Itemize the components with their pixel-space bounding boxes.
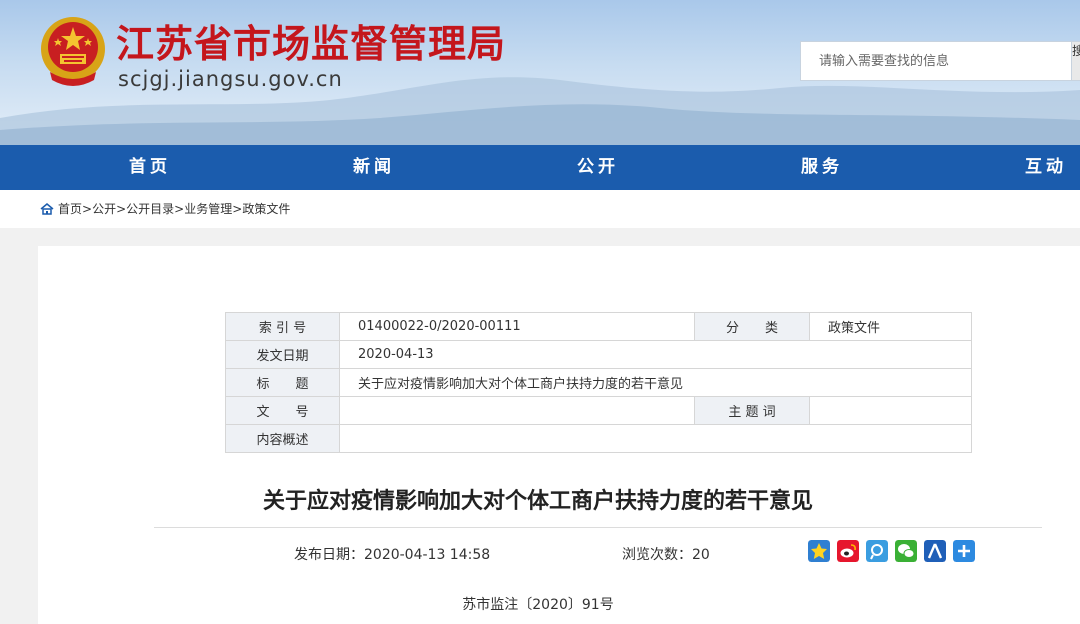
divider [154, 527, 1042, 528]
docnum-value [339, 396, 695, 425]
search-box: 搜 [800, 41, 1080, 81]
views-value: 20 [692, 547, 710, 563]
nav-item-service[interactable]: 服务 [801, 145, 843, 190]
title-label: 标 题 [225, 368, 340, 397]
search-input[interactable] [801, 42, 1071, 80]
date-label: 发文日期 [225, 340, 340, 369]
site-header: 江苏省市场监督管理局 scjgj.jiangsu.gov.cn 搜 [0, 0, 1080, 145]
article-title: 关于应对疫情影响加大对个体工商户扶持力度的若干意见 [262, 489, 813, 514]
article-panel: 索 引 号 01400022-0/2020-00111 分 类 政策文件 发文日… [38, 246, 1080, 624]
qzone-icon[interactable] [808, 540, 830, 562]
category-label: 分 类 [694, 312, 810, 341]
nav-item-interact[interactable]: 互动 [1025, 145, 1067, 190]
main-nav: 首页 新闻 公开 服务 互动 [0, 145, 1080, 190]
table-row: 发文日期 2020-04-13 [225, 340, 972, 369]
renren-icon[interactable] [924, 540, 946, 562]
breadcrumb-public[interactable]: 公开 [92, 202, 116, 216]
weibo-icon[interactable] [837, 540, 859, 562]
site-domain: scjgj.jiangsu.gov.cn [118, 67, 343, 91]
docnum-label: 文 号 [225, 396, 340, 425]
table-row: 文 号 主 题 词 [225, 396, 972, 425]
breadcrumb-business[interactable]: 业务管理 [184, 202, 232, 216]
table-row: 索 引 号 01400022-0/2020-00111 分 类 政策文件 [225, 312, 972, 341]
publish-label: 发布日期： [294, 547, 364, 563]
category-value: 政策文件 [809, 312, 972, 341]
breadcrumb-separator: > [116, 202, 127, 216]
table-row: 内容概述 [225, 424, 972, 453]
index-value: 01400022-0/2020-00111 [339, 312, 695, 341]
view-count: 浏览次数：20 [622, 544, 710, 564]
views-label: 浏览次数： [622, 547, 692, 563]
breadcrumb: 首页>公开>公开目录>业务管理>政策文件 [0, 190, 1080, 228]
document-number: 苏市监注〔2020〕91号 [462, 597, 614, 613]
home-icon [40, 203, 54, 215]
breadcrumb-public-catalog[interactable]: 公开目录 [126, 202, 174, 216]
publish-value: 2020-04-13 14:58 [364, 547, 491, 563]
summary-value [339, 424, 972, 453]
subject-label: 主 题 词 [694, 396, 810, 425]
breadcrumb-separator: > [174, 202, 185, 216]
subject-value [809, 396, 972, 425]
table-row: 标 题 关于应对疫情影响加大对个体工商户扶持力度的若干意见 [225, 368, 972, 397]
breadcrumb-policy[interactable]: 政策文件 [242, 202, 290, 216]
metadata-table: 索 引 号 01400022-0/2020-00111 分 类 政策文件 发文日… [225, 312, 972, 453]
site-title[interactable]: 江苏省市场监督管理局 [116, 13, 506, 68]
nav-item-public[interactable]: 公开 [577, 145, 619, 190]
wechat-icon[interactable] [895, 540, 917, 562]
search-button-label: 搜 [1072, 44, 1080, 58]
title-value: 关于应对疫情影响加大对个体工商户扶持力度的若干意见 [339, 368, 972, 397]
nav-item-news[interactable]: 新闻 [353, 145, 395, 190]
publish-date: 发布日期：2020-04-13 14:58 [294, 544, 490, 564]
breadcrumb-home[interactable]: 首页 [58, 202, 82, 216]
breadcrumb-trail: 首页>公开>公开目录>业务管理>政策文件 [58, 190, 290, 228]
summary-label: 内容概述 [225, 424, 340, 453]
breadcrumb-separator: > [232, 202, 243, 216]
search-button[interactable]: 搜 [1071, 42, 1080, 80]
breadcrumb-separator: > [82, 202, 93, 216]
date-value: 2020-04-13 [339, 340, 972, 369]
nav-item-home[interactable]: 首页 [129, 145, 171, 190]
tencent-weibo-icon[interactable] [866, 540, 888, 562]
index-label: 索 引 号 [225, 312, 340, 341]
national-emblem-icon [41, 17, 105, 86]
more-share-icon[interactable] [953, 540, 975, 562]
